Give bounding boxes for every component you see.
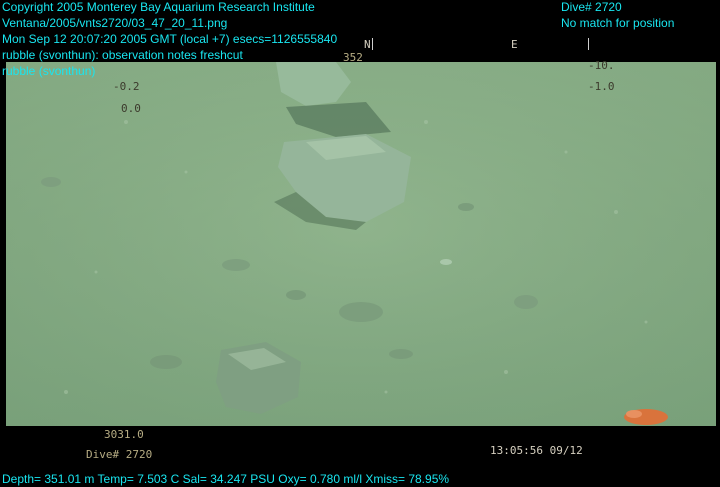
heading-north-label: N [364, 38, 371, 51]
heading-value: 352 [343, 51, 363, 64]
seafloor-image [6, 62, 716, 426]
telemetry-readout: Depth= 351.01 m Temp= 7.503 C Sal= 34.24… [2, 472, 450, 486]
annotation-text-2: rubble (svonthun) [2, 64, 96, 78]
video-frame: Copyright 2005 Monterey Bay Aquarium Res… [0, 0, 720, 486]
heading-tick [588, 38, 589, 50]
dive-number-text: Dive# 2720 [561, 0, 622, 14]
annotation-text: rubble (svonthun): observation notes fre… [2, 48, 243, 62]
timestamp-text: Mon Sep 12 20:07:20 2005 GMT (local +7) … [2, 32, 338, 46]
heading-east-label: E [511, 38, 518, 51]
seafloor-scene [6, 62, 716, 426]
osd-value-left-2: 0.0 [121, 102, 141, 115]
position-status-text: No match for position [561, 16, 675, 30]
osd-value-right-1: -10. [588, 59, 615, 72]
copyright-text: Copyright 2005 Monterey Bay Aquarium Res… [2, 0, 315, 14]
dive-label: Dive# 2720 [86, 448, 153, 461]
osd-value-right-2: -1.0 [588, 80, 615, 93]
file-path-text: Ventana/2005/vnts2720/03_47_20_11.png [2, 16, 228, 30]
video-timecode: 13:05:56 09/12 [490, 444, 583, 457]
heading-tick [372, 38, 373, 50]
osd-value-left-1: -0.2 [113, 80, 140, 93]
depth-counter: 3031.0 [104, 428, 144, 441]
